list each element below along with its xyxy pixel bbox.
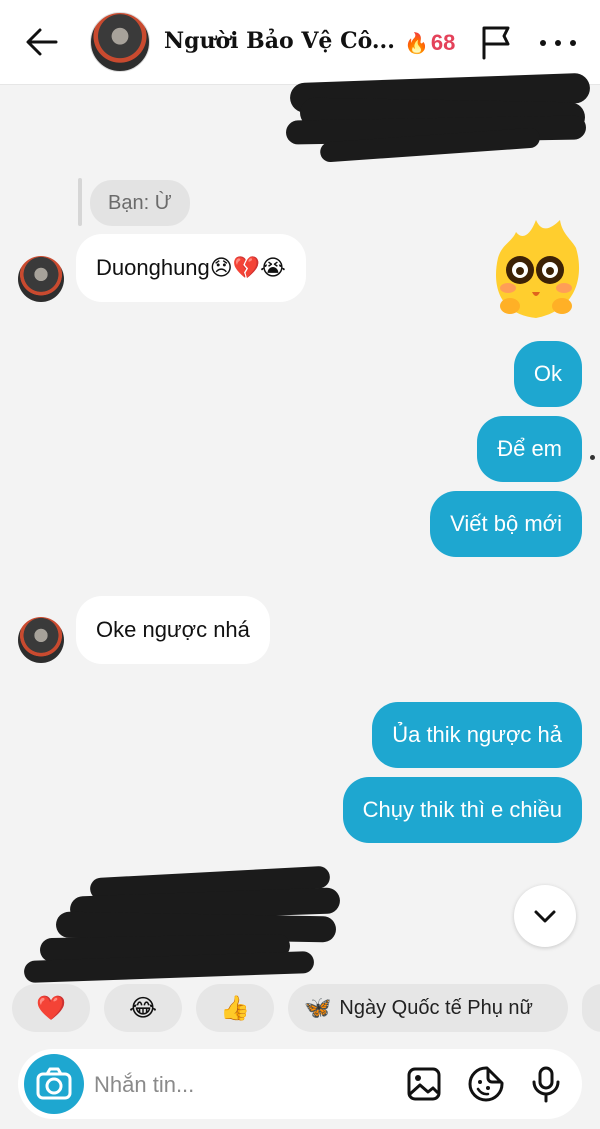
message-outgoing[interactable]: Chụy thik thì e chiều — [342, 777, 582, 843]
fire-icon: 🔥 — [404, 32, 429, 55]
camera-button[interactable] — [24, 1054, 84, 1114]
message-outgoing[interactable]: Viết bộ mới — [430, 491, 582, 557]
reply-quote-text: Bạn: Ừ — [90, 180, 190, 226]
contact-name[interactable]: Người Bảo Vệ Cô... — [164, 28, 404, 58]
streak-badge: 🔥 68 — [404, 30, 455, 56]
flag-icon[interactable] — [478, 22, 514, 62]
sticker-emoji[interactable] — [490, 214, 582, 326]
quick-reaction-thumbs-up[interactable]: 👍 — [196, 984, 274, 1032]
quick-reaction-laugh[interactable]: 😂 — [104, 984, 182, 1032]
message-outgoing[interactable]: Ok — [513, 341, 582, 407]
microphone-icon[interactable] — [526, 1064, 566, 1104]
chevron-down-icon — [534, 910, 556, 923]
message-outgoing[interactable]: Để em — [477, 416, 582, 482]
contact-avatar[interactable] — [90, 12, 150, 72]
message-input[interactable] — [92, 1067, 386, 1103]
sticker-icon[interactable] — [466, 1064, 506, 1104]
sender-avatar[interactable] — [18, 617, 64, 663]
back-arrow-icon[interactable] — [22, 24, 62, 60]
scroll-indicator — [590, 455, 595, 460]
gallery-icon[interactable] — [404, 1064, 444, 1104]
heart-icon: ❤️ — [36, 994, 66, 1022]
quick-reaction-heart[interactable]: ❤️ — [12, 984, 90, 1032]
laughing-face-icon: 😂 — [128, 994, 158, 1022]
sender-avatar[interactable] — [18, 256, 64, 302]
chat-header: Người Bảo Vệ Cô... 🔥 68 — [0, 0, 600, 85]
quick-reaction-bar: ❤️ 😂 👍 🦋 Ngày Quốc tế Phụ nữ — [0, 980, 600, 1034]
thumbs-up-icon: 👍 — [220, 994, 250, 1022]
quick-reply-more[interactable] — [582, 984, 600, 1032]
message-outgoing[interactable]: Ủa thik ngược hả — [372, 702, 582, 768]
message-incoming[interactable]: Duonghung😞💔😭 — [76, 234, 306, 302]
camera-icon — [36, 1067, 72, 1100]
streak-count: 68 — [430, 30, 456, 55]
more-options-icon[interactable] — [540, 36, 576, 50]
message-composer — [18, 1049, 582, 1119]
scroll-to-bottom-button[interactable] — [514, 885, 576, 947]
butterfly-icon: 🦋 — [304, 995, 332, 1020]
quick-reply-womens-day[interactable]: 🦋 Ngày Quốc tế Phụ nữ — [288, 984, 568, 1032]
quick-reply-label: Ngày Quốc tế Phụ nữ — [339, 996, 533, 1019]
reply-quote[interactable]: Bạn: Ừ — [78, 178, 190, 228]
message-incoming[interactable]: Oke ngược nhá — [76, 596, 270, 664]
